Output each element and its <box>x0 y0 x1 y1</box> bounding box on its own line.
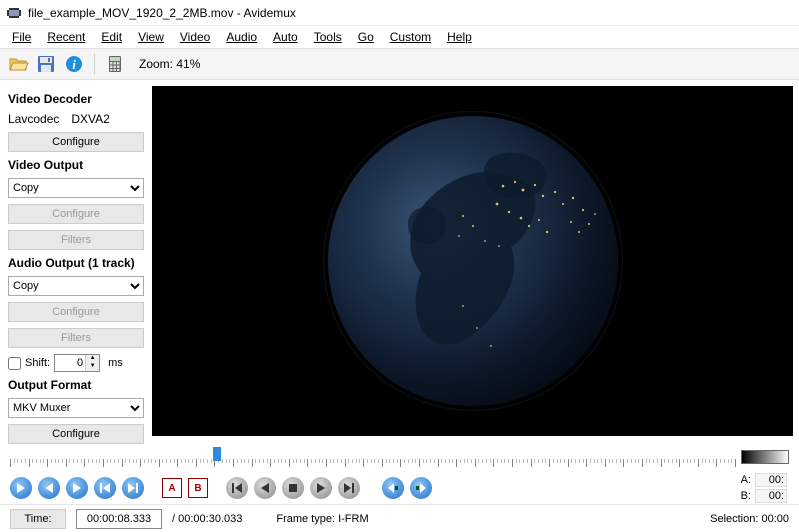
transport-controls: A B A: 00: B: 00: <box>0 472 799 504</box>
menu-audio[interactable]: Audio <box>218 28 265 46</box>
toolbar: i Zoom: 41% <box>0 48 799 80</box>
audio-filters-button[interactable]: Filters <box>8 328 144 348</box>
menu-edit[interactable]: Edit <box>93 28 130 46</box>
menu-video[interactable]: Video <box>172 28 218 46</box>
prev-frame-button[interactable] <box>38 477 60 499</box>
shift-unit: ms <box>108 357 123 369</box>
output-format-title: Output Format <box>8 378 144 392</box>
shift-input[interactable] <box>55 357 85 369</box>
marker-b-label: B: <box>741 490 751 502</box>
calculator-button[interactable] <box>103 52 127 76</box>
video-decoder-title: Video Decoder <box>8 92 144 106</box>
menu-help[interactable]: Help <box>439 28 480 46</box>
video-configure-button[interactable]: Configure <box>8 204 144 224</box>
zoom-label: Zoom: 41% <box>139 57 200 71</box>
marker-a-label: A: <box>741 474 751 486</box>
app-icon <box>6 5 22 21</box>
marker-b-value: 00: <box>755 489 787 503</box>
save-button[interactable] <box>34 52 58 76</box>
gradient-strip <box>741 450 789 464</box>
goto-marker-a-button[interactable] <box>254 477 276 499</box>
next-frame-button[interactable] <box>66 477 88 499</box>
selection-label: Selection: 00:00 <box>710 513 789 525</box>
shift-checkbox[interactable] <box>8 357 21 370</box>
audio-configure-button[interactable]: Configure <box>8 302 144 322</box>
audio-output-select[interactable]: Copy <box>8 276 144 296</box>
prev-keyframe-button[interactable] <box>94 477 116 499</box>
time-input[interactable] <box>76 509 162 529</box>
menu-go[interactable]: Go <box>350 28 382 46</box>
format-configure-button[interactable]: Configure <box>8 424 144 444</box>
play-button[interactable] <box>10 477 32 499</box>
menu-custom[interactable]: Custom <box>382 28 439 46</box>
decoder-configure-button[interactable]: Configure <box>8 132 144 152</box>
goto-marker-b-button[interactable] <box>310 477 332 499</box>
menubar: File Recent Edit View Video Audio Auto T… <box>0 26 799 48</box>
timeline[interactable] <box>10 445 735 469</box>
duration-label: / 00:00:30.033 <box>172 513 242 525</box>
frame-type-label: Frame type: I-FRM <box>276 513 368 525</box>
shift-down-button[interactable]: ▼ <box>85 363 99 371</box>
video-output-title: Video Output <box>8 158 144 172</box>
set-marker-b-button[interactable]: B <box>188 478 208 498</box>
time-button[interactable]: Time: <box>10 509 66 529</box>
menu-tools[interactable]: Tools <box>306 28 350 46</box>
video-output-select[interactable]: Copy <box>8 178 144 198</box>
next-keyframe-button[interactable] <box>122 477 144 499</box>
open-file-button[interactable] <box>6 52 30 76</box>
info-button[interactable]: i <box>62 52 86 76</box>
menu-view[interactable]: View <box>130 28 172 46</box>
goto-start-button[interactable] <box>226 477 248 499</box>
decoder-accel: DXVA2 <box>71 112 109 126</box>
output-format-select[interactable]: MKV Muxer <box>8 398 144 418</box>
set-marker-a-button[interactable]: A <box>162 478 182 498</box>
goto-end-button[interactable] <box>338 477 360 499</box>
prev-black-frame-button[interactable] <box>382 477 404 499</box>
marker-a-value: 00: <box>755 473 787 487</box>
svg-text:i: i <box>72 57 76 72</box>
video-filters-button[interactable]: Filters <box>8 230 144 250</box>
titlebar: file_example_MOV_1920_2_2MB.mov - Avidem… <box>0 0 799 26</box>
menu-file[interactable]: File <box>4 28 39 46</box>
audio-output-title: Audio Output (1 track) <box>8 256 144 270</box>
menu-recent[interactable]: Recent <box>39 28 93 46</box>
next-black-frame-button[interactable] <box>410 477 432 499</box>
decoder-lib: Lavcodec <box>8 112 59 126</box>
window-title: file_example_MOV_1920_2_2MB.mov - Avidem… <box>28 6 296 20</box>
status-bar: Time: / 00:00:30.033 Frame type: I-FRM S… <box>0 504 799 532</box>
menu-auto[interactable]: Auto <box>265 28 306 46</box>
shift-label: Shift: <box>25 357 50 369</box>
video-preview <box>152 86 793 436</box>
toolbar-divider <box>94 54 95 74</box>
stop-button[interactable] <box>282 477 304 499</box>
sidebar: Video Decoder Lavcodec DXVA2 Configure V… <box>0 80 152 442</box>
shift-up-button[interactable]: ▲ <box>85 355 99 363</box>
playhead[interactable] <box>213 447 221 461</box>
